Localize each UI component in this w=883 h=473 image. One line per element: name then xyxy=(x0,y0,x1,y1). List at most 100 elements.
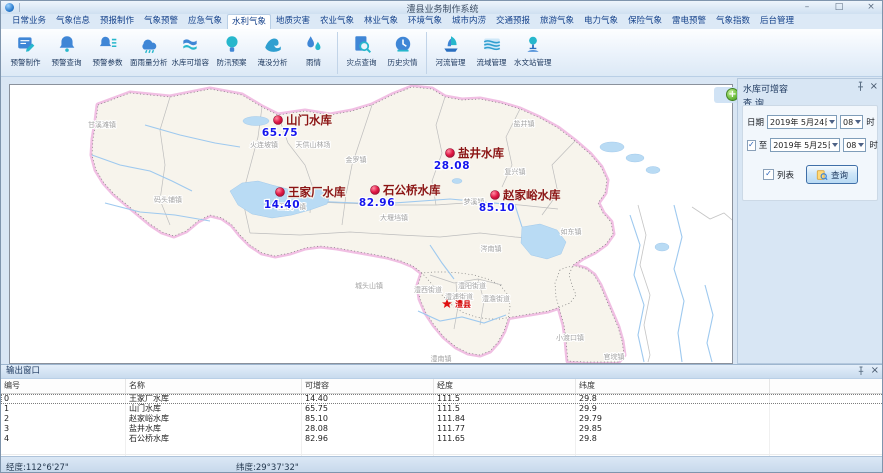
end-date-select[interactable]: 2019年 5月25日 xyxy=(770,138,840,152)
menu-tab-6[interactable]: 水利气象 xyxy=(227,14,271,29)
table-cell: 石公桥水库 xyxy=(126,434,302,444)
table-cell: 82.96 xyxy=(302,434,434,444)
close-icon[interactable]: × xyxy=(870,82,878,92)
town-label: 复兴镇 xyxy=(505,167,526,176)
table-cell: 山门水库 xyxy=(126,404,302,414)
town-label: 澧南镇 xyxy=(431,354,452,363)
table-row[interactable]: 0王家厂水库14.40111.529.8 xyxy=(1,394,883,404)
menu-tab-12[interactable]: 交通预报 xyxy=(491,14,535,29)
table-row[interactable]: 2赵家峪水库85.10111.8429.79 xyxy=(1,414,883,424)
hydro-station-icon xyxy=(523,34,543,54)
menu-tab-3[interactable]: 预报制作 xyxy=(95,14,139,29)
menu-tab-11[interactable]: 城市内涝 xyxy=(447,14,491,29)
pin-icon[interactable] xyxy=(856,366,866,376)
map-panel: 甘溪滩镇火连坡镇天供山林场金罗镇码头铺镇王家厂镇盐井镇复兴镇梦溪镇大堰垱镇涔南镇… xyxy=(9,84,733,364)
table-cell: 0 xyxy=(1,394,126,404)
table-cell: 111.5 xyxy=(434,404,576,414)
pin-icon[interactable] xyxy=(855,81,866,92)
neighbor-borders xyxy=(638,205,732,362)
reservoir-dot-icon[interactable] xyxy=(371,186,380,195)
reservoir-capacity-button[interactable]: 水库可增容 xyxy=(170,32,212,68)
close-button[interactable]: × xyxy=(864,1,878,14)
history-disaster-icon xyxy=(393,34,413,54)
town-label: 涔南镇 xyxy=(481,244,502,253)
reservoir-dot-icon[interactable] xyxy=(274,116,283,125)
town-label: 火连坡镇 xyxy=(250,140,278,149)
column-header[interactable]: 编号 xyxy=(1,379,126,393)
menu-tab-2[interactable]: 气象信息 xyxy=(51,14,95,29)
table-row[interactable]: 3盐井水库28.08111.7729.85 xyxy=(1,424,883,434)
town-label: 小渡口镇 xyxy=(556,333,584,342)
hour-unit-label: 时 xyxy=(869,139,878,151)
menu-tab-1[interactable]: 日常业务 xyxy=(7,14,51,29)
list-checkbox[interactable]: ✓ xyxy=(763,169,774,180)
toolbar-separator xyxy=(426,32,427,74)
river-manage-icon xyxy=(441,34,461,54)
basin-manage-button[interactable]: 流域管理 xyxy=(471,32,512,68)
to-label: 至 xyxy=(759,139,768,151)
map-canvas[interactable]: 甘溪滩镇火连坡镇天供山林场金罗镇码头铺镇王家厂镇盐井镇复兴镇梦溪镇大堰垱镇涔南镇… xyxy=(10,85,732,363)
menu-tab-18[interactable]: 后台管理 xyxy=(755,14,799,29)
start-date-select[interactable]: 2019年 5月24日 xyxy=(767,115,837,129)
close-icon[interactable]: × xyxy=(871,366,879,376)
alert-query-icon xyxy=(57,34,77,54)
menu-bar: 日常业务气象信息预报制作气象预警应急气象水利气象地质灾害农业气象林业气象环境气象… xyxy=(1,14,883,29)
town-label: 甘溪滩镇 xyxy=(88,120,116,129)
table-cell: 111.5 xyxy=(434,394,576,404)
menu-tab-15[interactable]: 保险气象 xyxy=(623,14,667,29)
reservoir-dot-icon[interactable] xyxy=(491,191,500,200)
table-row[interactable]: 1山门水库65.75111.529.9 xyxy=(1,404,883,414)
menu-tab-13[interactable]: 旅游气象 xyxy=(535,14,579,29)
column-header[interactable]: 纬度 xyxy=(576,379,770,393)
query-button[interactable]: 查询 xyxy=(806,165,858,184)
table-cell: 111.65 xyxy=(434,434,576,444)
menu-tab-16[interactable]: 雷电预警 xyxy=(667,14,711,29)
river-manage-button[interactable]: 河流管理 xyxy=(430,32,471,68)
menu-tab-10[interactable]: 环境气象 xyxy=(403,14,447,29)
menu-tab-7[interactable]: 地质灾害 xyxy=(271,14,315,29)
ribbon-toolbar: 预警制作预警查询预警参数面雨量分析水库可增容防汛预案淹没分析雨情灾点查询历史灾情… xyxy=(1,29,883,77)
table-cell-empty xyxy=(434,444,576,454)
disaster-query-button[interactable]: 灾点查询 xyxy=(341,32,382,68)
column-header[interactable]: 经度 xyxy=(434,379,576,393)
alert-make-button[interactable]: 预警制作 xyxy=(5,32,46,68)
flood-plan-button[interactable]: 防汛预案 xyxy=(211,32,252,68)
area-rain-icon xyxy=(139,34,159,54)
table-cell-empty xyxy=(302,444,434,454)
table-cell: 盐井水库 xyxy=(126,424,302,434)
menu-tab-8[interactable]: 农业气象 xyxy=(315,14,359,29)
chevron-down-icon xyxy=(858,143,864,147)
menu-tab-5[interactable]: 应急气象 xyxy=(183,14,227,29)
menu-tab-4[interactable]: 气象预警 xyxy=(139,14,183,29)
start-hour-select[interactable]: 08 xyxy=(840,115,863,129)
town-label: 澧澹街道 xyxy=(482,294,510,303)
alert-query-button[interactable]: 预警查询 xyxy=(46,32,87,68)
side-panel-title: 水库可增容 xyxy=(743,85,788,95)
rain-button[interactable]: 雨情 xyxy=(293,32,334,68)
column-header[interactable]: 可增容 xyxy=(302,379,434,393)
alert-param-button[interactable]: 预警参数 xyxy=(87,32,128,68)
end-hour-select[interactable]: 08 xyxy=(843,138,866,152)
maximize-button[interactable]: □ xyxy=(832,1,846,14)
history-disaster-button[interactable]: 历史灾情 xyxy=(382,32,423,68)
reservoir-dot-icon[interactable] xyxy=(276,188,285,197)
table-cell: 王家厂水库 xyxy=(126,394,302,404)
date-label: 日期 xyxy=(747,116,764,128)
minimize-button[interactable]: – xyxy=(800,1,814,14)
query-form: 日期 2019年 5月24日 08 时 ✓ 至 2019年 5月25日 xyxy=(742,105,878,201)
menu-tab-17[interactable]: 气象指数 xyxy=(711,14,755,29)
hydro-station-button[interactable]: 水文站管理 xyxy=(512,32,554,68)
area-rain-button[interactable]: 面雨量分析 xyxy=(128,32,170,68)
menu-tab-14[interactable]: 电力气象 xyxy=(579,14,623,29)
table-cell: 111.77 xyxy=(434,424,576,434)
to-checkbox[interactable]: ✓ xyxy=(747,140,756,151)
inundation-button[interactable]: 淹没分析 xyxy=(252,32,293,68)
reservoir-capacity-value: 85.10 xyxy=(479,202,515,214)
reservoir-dot-icon[interactable] xyxy=(446,149,455,158)
table-row[interactable]: 4石公桥水库82.96111.6529.8 xyxy=(1,434,883,444)
reservoir-capacity-value: 14.40 xyxy=(264,199,300,211)
menu-tab-9[interactable]: 林业气象 xyxy=(359,14,403,29)
column-header[interactable]: 名称 xyxy=(126,379,302,393)
reservoir-name: 王家厂水库 xyxy=(288,185,346,199)
table-cell-empty xyxy=(126,444,302,454)
